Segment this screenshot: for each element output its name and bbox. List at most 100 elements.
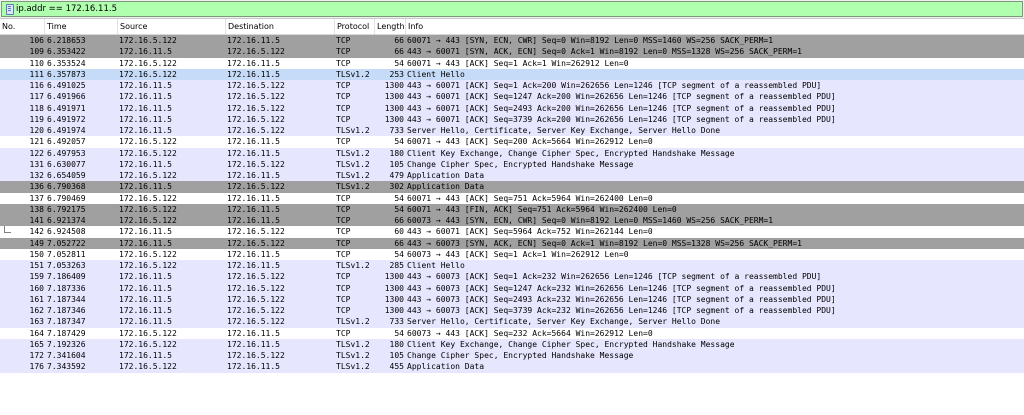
packet-row[interactable]: 120 6.491974 172.16.11.5 172.16.5.122 TLSv1.… [0, 125, 1024, 137]
packet-time: 7.187336 [47, 283, 86, 293]
packet-destination: 172.16.5.122 [227, 92, 285, 102]
column-header-source[interactable]: Source [118, 19, 226, 34]
display-filter-input[interactable]: ip.addr == 172.16.11.5 [1, 1, 1023, 17]
packet-info: Application Data [407, 182, 485, 192]
packet-info: 443 → 60073 [ACK] Seq=2493 Ack=232 Win=2… [407, 294, 836, 304]
packet-time: 6.921374 [47, 216, 86, 225]
packet-info: 60071 → 443 [ACK] Seq=751 Ack=5964 Win=2… [407, 193, 653, 203]
packet-row[interactable]: 131 6.630077 172.16.11.5 172.16.5.122 TLSv1.… [0, 158, 1024, 170]
packet-row[interactable]: 137 6.790469 172.16.5.122 172.16.11.5 TCP 54 6… [0, 192, 1024, 204]
column-header-destination[interactable]: Destination [226, 19, 335, 34]
packet-length: 180 [389, 339, 404, 349]
packet-protocol: TLSv1.2 [336, 339, 370, 349]
filter-bookmark-icon[interactable] [6, 4, 14, 15]
packet-info: 443 → 60071 [SYN, ACK, ECN] Seq=0 Ack=1 … [407, 47, 802, 57]
column-header-time[interactable]: Time [45, 19, 118, 34]
packet-row[interactable]: 165 7.192326 172.16.5.122 172.16.11.5 TLSv1.… [0, 338, 1024, 350]
packet-row[interactable]: 162 7.187346 172.16.11.5 172.16.5.122 TCP 130… [0, 305, 1024, 317]
packet-time: 6.654059 [47, 171, 86, 180]
column-header-no[interactable]: No. [0, 19, 45, 34]
packet-row[interactable]: 111 6.357873 172.16.5.122 172.16.11.5 TLSv1.… [0, 68, 1024, 80]
packet-time: 6.357873 [47, 69, 86, 79]
packet-source: 172.16.11.5 [119, 159, 172, 169]
packet-destination: 172.16.5.122 [227, 238, 285, 248]
packet-row[interactable]: 172 7.341604 172.16.11.5 172.16.5.122 TLSv1.… [0, 350, 1024, 362]
packet-time: 7.187347 [47, 317, 86, 327]
packet-info: 443 → 60071 [ACK] Seq=3739 Ack=200 Win=2… [407, 114, 836, 124]
packet-length: 66 [394, 36, 404, 45]
packet-protocol: TCP [336, 227, 351, 237]
packet-destination: 172.16.5.122 [227, 182, 285, 192]
packet-list-header: No. Time Source Destination Protocol Len… [0, 19, 1024, 35]
packet-length: 733 [389, 126, 404, 135]
packet-number: 150 [29, 249, 44, 259]
packet-length: 1300 [384, 114, 404, 124]
packet-number: 116 [29, 81, 44, 90]
packet-row[interactable]: 159 7.186409 172.16.11.5 172.16.5.122 TCP 130… [0, 271, 1024, 283]
packet-length: 54 [394, 193, 404, 203]
packet-length: 455 [389, 362, 404, 372]
packet-row[interactable]: 117 6.491966 172.16.11.5 172.16.5.122 TCP 130… [0, 91, 1024, 103]
packet-protocol: TLSv1.2 [336, 171, 370, 180]
packet-protocol: TLSv1.2 [336, 362, 370, 372]
packet-row[interactable]: 118 6.491971 172.16.11.5 172.16.5.122 TCP 130… [0, 102, 1024, 114]
packet-number: 159 [29, 272, 44, 282]
packet-source: 172.16.5.122 [119, 58, 177, 68]
packet-row[interactable]: 136 6.790368 172.16.11.5 172.16.5.122 TLSv1.… [0, 181, 1024, 193]
packet-row[interactable]: 106 6.218653 172.16.5.122 172.16.11.5 TCP 66 6… [0, 35, 1024, 47]
packet-row[interactable]: 119 6.491972 172.16.11.5 172.16.5.122 TCP 130… [0, 113, 1024, 125]
packet-protocol: TLSv1.2 [336, 148, 370, 158]
packet-protocol: TCP [336, 114, 351, 124]
packet-row[interactable]: 163 7.187347 172.16.11.5 172.16.5.122 TLSv1.… [0, 316, 1024, 328]
packet-length: 54 [394, 204, 404, 214]
packet-row[interactable]: 138 6.792175 172.16.5.122 172.16.11.5 TCP 54 6… [0, 203, 1024, 215]
packet-row[interactable]: 109 6.353422 172.16.11.5 172.16.5.122 TCP 66 4… [0, 46, 1024, 58]
packet-number: 136 [29, 182, 44, 192]
column-header-protocol[interactable]: Protocol [335, 19, 375, 34]
packet-protocol: TCP [336, 92, 351, 102]
packet-info: 60071 → 443 [ACK] Seq=1 Ack=1 Win=262912… [407, 58, 629, 68]
packet-info: 443 → 60071 [ACK] Seq=1247 Ack=200 Win=2… [407, 92, 836, 102]
packet-number: 121 [29, 137, 44, 147]
packet-time: 7.052722 [47, 238, 86, 248]
packet-row[interactable]: 132 6.654059 172.16.5.122 172.16.11.5 TLSv1.… [0, 170, 1024, 182]
packet-row[interactable]: 151 7.053263 172.16.5.122 172.16.11.5 TLSv1.… [0, 260, 1024, 272]
packet-row[interactable]: 142 6.924508 172.16.11.5 172.16.5.122 TCP 60 4… [0, 226, 1024, 238]
packet-row[interactable]: 161 7.187344 172.16.11.5 172.16.5.122 TCP 130… [0, 293, 1024, 305]
packet-row[interactable]: 160 7.187336 172.16.11.5 172.16.5.122 TCP 130… [0, 282, 1024, 294]
packet-source: 172.16.5.122 [119, 36, 177, 45]
packet-destination: 172.16.11.5 [227, 137, 280, 147]
packet-row[interactable]: 121 6.492057 172.16.5.122 172.16.11.5 TCP 54 6… [0, 136, 1024, 148]
packet-destination: 172.16.5.122 [227, 126, 285, 135]
packet-length: 733 [389, 317, 404, 327]
packet-row[interactable]: 164 7.187429 172.16.5.122 172.16.11.5 TCP 54 6… [0, 327, 1024, 339]
packet-time: 6.491025 [47, 81, 86, 90]
packet-time: 6.792175 [47, 204, 86, 214]
packet-source: 172.16.11.5 [119, 238, 172, 248]
packet-source: 172.16.11.5 [119, 294, 172, 304]
packet-source: 172.16.5.122 [119, 249, 177, 259]
packet-info: 60071 → 443 [ACK] Seq=200 Ack=5664 Win=2… [407, 137, 653, 147]
column-header-info[interactable]: Info [406, 19, 1024, 34]
packet-row[interactable]: 122 6.497953 172.16.5.122 172.16.11.5 TLSv1.… [0, 147, 1024, 159]
packet-protocol: TCP [336, 216, 351, 225]
column-header-length[interactable]: Length [375, 19, 406, 34]
packet-info: 443 → 60071 [ACK] Seq=5964 Ack=752 Win=2… [407, 227, 653, 237]
packet-time: 6.924508 [47, 227, 86, 237]
packet-row[interactable]: 150 7.052811 172.16.5.122 172.16.11.5 TCP 54 6… [0, 248, 1024, 260]
packet-row[interactable]: 141 6.921374 172.16.5.122 172.16.11.5 TCP 66 6… [0, 215, 1024, 227]
packet-destination: 172.16.5.122 [227, 103, 285, 113]
packet-number: 109 [29, 47, 44, 57]
packet-time: 7.187429 [47, 328, 86, 338]
packet-info: Server Hello, Certificate, Server Key Ex… [407, 317, 721, 327]
packet-destination: 172.16.11.5 [227, 193, 280, 203]
packet-row[interactable]: 176 7.343592 172.16.5.122 172.16.11.5 TLSv1.… [0, 361, 1024, 373]
packet-number: 151 [29, 261, 44, 270]
packet-length: 66 [394, 216, 404, 225]
packet-info: 60071 → 443 [FIN, ACK] Seq=751 Ack=5964 … [407, 204, 677, 214]
packet-protocol: TCP [336, 193, 351, 203]
packet-row[interactable]: 116 6.491025 172.16.11.5 172.16.5.122 TCP 130… [0, 80, 1024, 92]
packet-row[interactable]: 110 6.353524 172.16.5.122 172.16.11.5 TCP 54 6… [0, 57, 1024, 69]
packet-row[interactable]: 149 7.052722 172.16.11.5 172.16.5.122 TCP 66 4… [0, 237, 1024, 249]
packet-number: 160 [29, 283, 44, 293]
